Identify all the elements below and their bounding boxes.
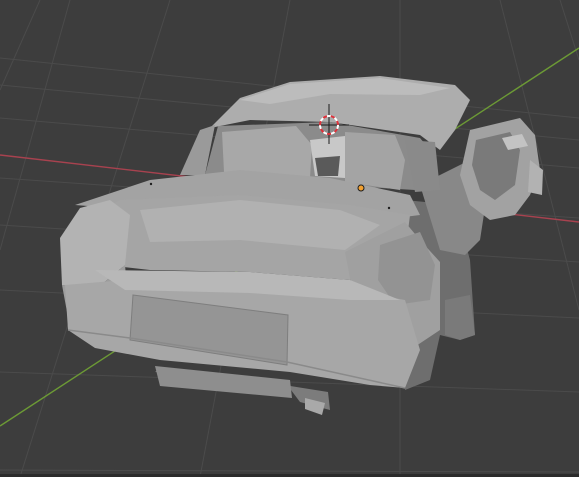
car-mesh[interactable] bbox=[60, 76, 543, 415]
vertex-dot bbox=[387, 206, 391, 210]
car-seat-right bbox=[345, 132, 405, 190]
vertex-dot bbox=[149, 182, 153, 186]
3d-viewport[interactable] bbox=[0, 0, 579, 477]
car-rear-bumper-lower bbox=[155, 366, 292, 398]
car-door-edge bbox=[528, 160, 543, 195]
car-lower-right bbox=[445, 295, 475, 340]
viewport-canvas[interactable] bbox=[0, 0, 579, 477]
car-seat-left bbox=[222, 126, 312, 178]
car-interior-dark bbox=[315, 156, 340, 176]
object-origin-icon[interactable] bbox=[357, 184, 365, 192]
